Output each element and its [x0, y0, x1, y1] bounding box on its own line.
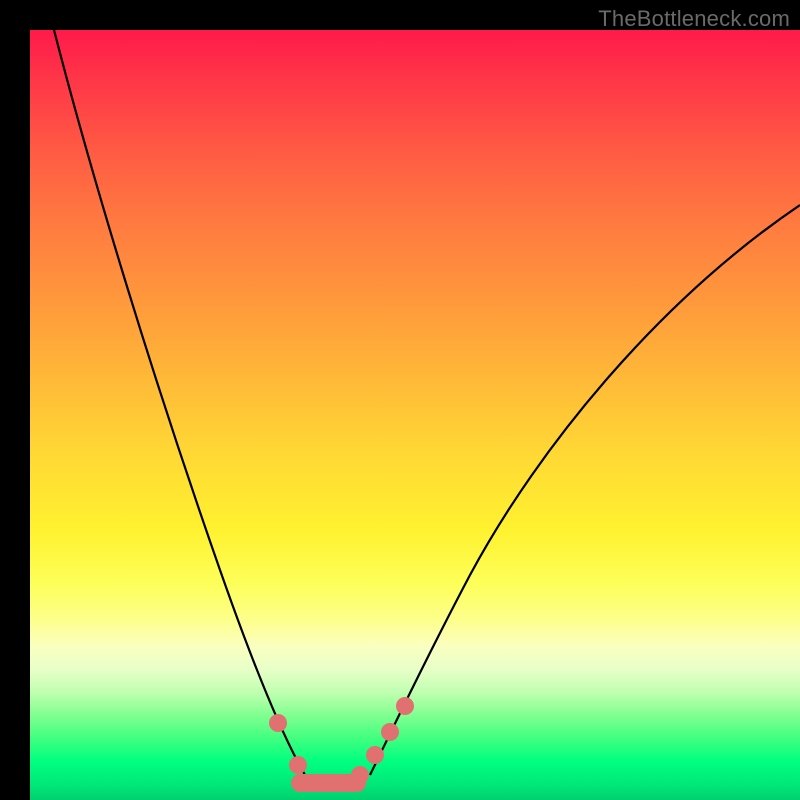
- marker-dot: [381, 723, 399, 741]
- marker-dot: [351, 766, 369, 784]
- marker-dot: [366, 746, 384, 764]
- left-curve-path: [54, 30, 305, 775]
- watermark-text: TheBottleneck.com: [598, 6, 790, 32]
- marker-dot: [269, 714, 287, 732]
- marker-dot: [396, 697, 414, 715]
- right-curve-path: [370, 205, 800, 775]
- marker-dot: [289, 756, 307, 774]
- bottleneck-curve-chart: [30, 30, 800, 800]
